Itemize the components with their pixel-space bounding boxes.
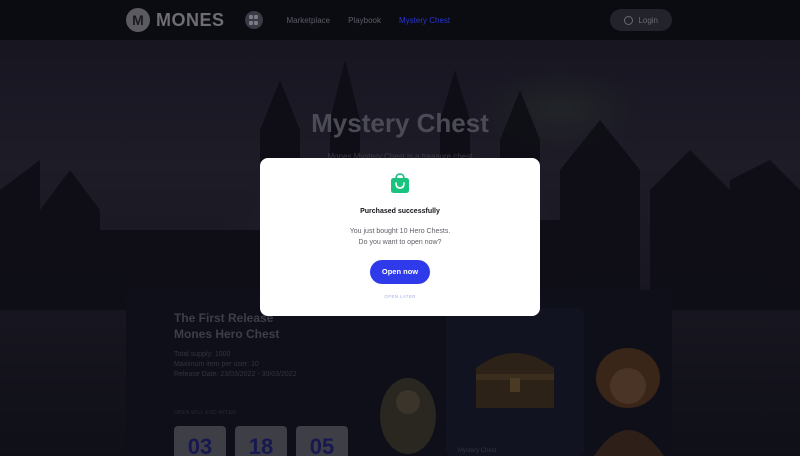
release-date: Release Date: 23/03/2022 - 30/03/2022 [174, 371, 297, 378]
modal-message-line2: Do you want to open now? [358, 239, 442, 246]
open-later-link[interactable]: OPEN LATER [260, 294, 540, 299]
nav-link-playbook[interactable]: Playbook [348, 16, 381, 25]
logo[interactable]: M MONES [126, 8, 225, 32]
login-button[interactable]: Login [610, 9, 672, 31]
countdown-label: OPEN WILL END AFTER [174, 410, 237, 416]
nav-link-marketplace[interactable]: Marketplace [287, 16, 331, 25]
treasure-chest-image [476, 353, 554, 408]
nav-links: Marketplace Playbook Mystery Chest [287, 16, 451, 25]
countdown-minutes: 05 [296, 426, 348, 456]
card-caption: Mystery Chest [458, 448, 497, 454]
login-label: Login [638, 15, 658, 25]
release-info: Total supply: 1000 Maximum item per user… [174, 350, 297, 380]
max-per-user: Maximum item per user: 10 [174, 361, 259, 368]
mystery-chest-card[interactable]: Mystery Chest [446, 308, 584, 456]
page-title: Mystery Chest [311, 108, 489, 138]
apps-grid-button[interactable] [244, 11, 263, 29]
modal-message: You just bought 10 Hero Chests. Do you w… [260, 226, 540, 248]
user-icon [624, 15, 634, 25]
knight-character-image [380, 378, 436, 454]
nav-link-mystery-chest[interactable]: Mystery Chest [399, 16, 450, 25]
countdown-hours: 18 [235, 426, 287, 456]
countdown-days: 03 [174, 426, 226, 456]
release-title-line2: Mones Hero Chest [174, 327, 280, 341]
shopping-bag-icon [391, 173, 409, 193]
purchase-success-modal: Purchased successfully You just bought 1… [260, 158, 540, 316]
modal-message-line1: You just bought 10 Hero Chests. [349, 228, 451, 235]
logo-text: MONES [156, 9, 225, 30]
grid-icon [248, 15, 259, 25]
hero-girl-character-image [594, 348, 664, 456]
open-now-button[interactable]: Open now [370, 260, 430, 284]
modal-title: Purchased successfully [360, 208, 440, 215]
total-supply: Total supply: 1000 [174, 351, 231, 358]
logo-icon: M [126, 8, 150, 32]
top-navbar: M MONES Marketplace Playbook Mystery Che… [0, 0, 800, 40]
